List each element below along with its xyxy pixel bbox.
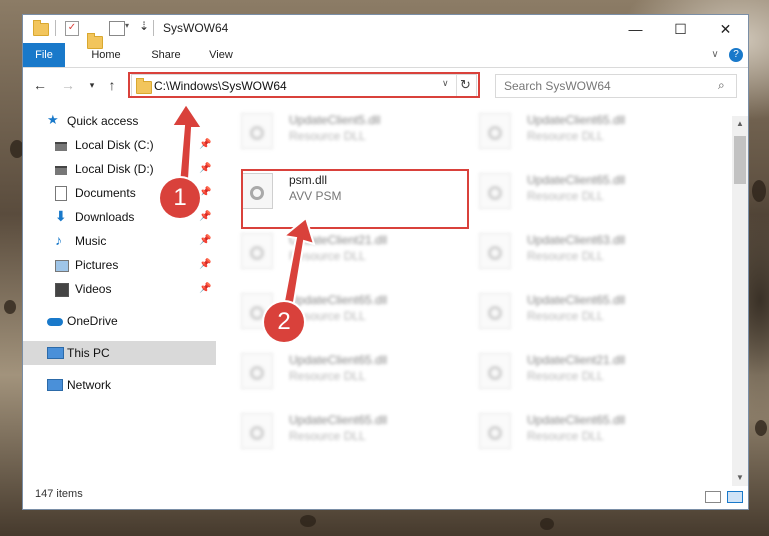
arrow-to-psm-file — [280, 216, 316, 316]
annotation-arrows — [170, 102, 316, 316]
step-2-badge: 2 — [264, 302, 304, 342]
step-1-badge: 1 — [160, 178, 200, 218]
